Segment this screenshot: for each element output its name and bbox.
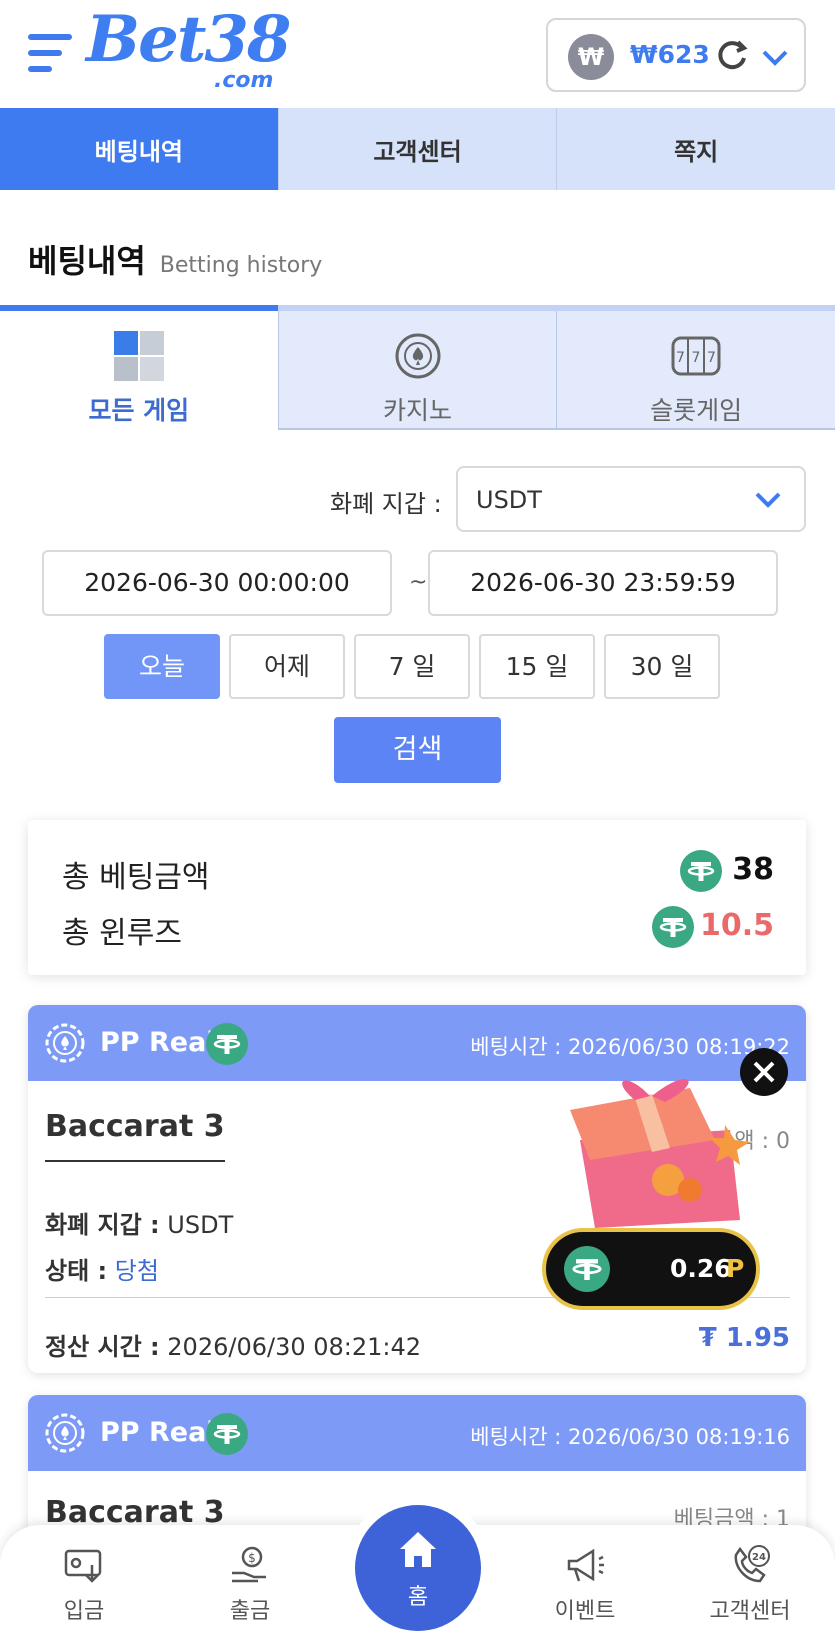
chevron-down-icon	[755, 492, 781, 508]
svg-text:7: 7	[692, 350, 701, 366]
logo[interactable]: Bet38 .com	[86, 2, 301, 101]
gift-box-icon[interactable]	[540, 1070, 760, 1230]
currency-label: 화폐 지갑 :	[45, 1211, 160, 1239]
settle-time: 2026/06/30 08:21:42	[167, 1333, 422, 1361]
tab-messages[interactable]: 쪽지	[557, 108, 835, 190]
close-icon[interactable]	[740, 1048, 788, 1096]
bet-card-header: PP Real 베팅시간 : 2026/06/30 08:19:16	[28, 1395, 806, 1471]
promo-amount: 0.26	[670, 1254, 732, 1283]
nav-deposit[interactable]: 입금	[14, 1543, 154, 1625]
currency-wallet-value: USDT	[476, 486, 542, 514]
tether-icon	[206, 1023, 248, 1065]
total-winloss-value: 10.5	[699, 908, 774, 943]
logo-text: Bet38	[86, 2, 291, 77]
nav-event-label: 이벤트	[554, 1599, 616, 1624]
cubes-icon	[113, 331, 164, 381]
page-title: 베팅내역	[28, 242, 146, 280]
home-icon	[400, 1532, 436, 1567]
app-header: Bet38 .com ₩ ₩623	[0, 0, 835, 108]
tether-icon	[680, 850, 722, 892]
today-button[interactable]: 오늘	[104, 634, 220, 699]
wallet-balance: ₩623	[630, 40, 710, 69]
casino-chip-icon	[395, 333, 440, 379]
yesterday-button[interactable]: 어제	[229, 634, 345, 699]
tether-icon	[564, 1246, 610, 1292]
logo-sub: .com	[214, 68, 274, 93]
promo-unit: P	[726, 1254, 745, 1283]
7-days-button[interactable]: 7 일	[354, 634, 470, 699]
status-badge: 당첨	[114, 1257, 159, 1285]
payout-amount: ₮ 1.95	[698, 1323, 790, 1353]
withdraw-icon: $	[232, 1546, 266, 1583]
refresh-icon[interactable]	[712, 36, 752, 76]
wallet-dropdown[interactable]: ₩ ₩623	[546, 18, 806, 92]
slot-machine-icon: 7 7 7	[671, 336, 721, 376]
won-coin-icon: ₩	[568, 34, 614, 80]
15-days-button[interactable]: 15 일	[479, 634, 595, 699]
nav-deposit-label: 입금	[63, 1599, 105, 1624]
bet-time: 베팅시간 : 2026/06/30 08:19:16	[470, 1425, 790, 1449]
nav-support[interactable]: 24 고객센터	[680, 1543, 820, 1625]
tab-betting-history[interactable]: 베팅내역	[0, 108, 279, 190]
status-label: 상태 :	[45, 1257, 108, 1285]
nav-withdraw-label: 출금	[229, 1599, 271, 1624]
deposit-icon	[64, 1549, 102, 1583]
30-days-button[interactable]: 30 일	[604, 634, 720, 699]
casino-chip-icon	[45, 1413, 85, 1453]
currency-line: 화폐 지갑 : USDT	[45, 1205, 233, 1240]
nav-withdraw[interactable]: $ 출금	[180, 1543, 320, 1625]
nav-support-label: 고객센터	[709, 1599, 791, 1624]
currency-wallet-label: 화폐 지갑 :	[330, 490, 442, 518]
currency-value: USDT	[167, 1211, 234, 1239]
total-bet-value: 38	[732, 852, 774, 887]
promo-points-badge[interactable]: 0.26 P	[542, 1228, 760, 1310]
tab-casino-label: 카지노	[383, 396, 453, 425]
top-tabs: 베팅내역 고객센터 쪽지	[0, 108, 835, 190]
megaphone-icon	[567, 1548, 604, 1582]
currency-wallet-select[interactable]: USDT	[456, 466, 806, 532]
tether-icon	[206, 1413, 248, 1455]
page-subtitle: Betting history	[159, 253, 323, 278]
status-line: 상태 : 당첨	[45, 1251, 159, 1286]
svg-text:7: 7	[707, 350, 716, 366]
nav-event[interactable]: 이벤트	[515, 1543, 655, 1625]
support-24-icon: 24	[734, 1545, 770, 1583]
provider-name: PP Real	[100, 1027, 216, 1058]
date-separator: ~	[409, 570, 428, 595]
svg-text:7: 7	[676, 350, 685, 366]
summary-card: 총 베팅금액 38 총 윈루즈 10.5	[28, 820, 806, 975]
nav-home-label: 홈	[407, 1585, 429, 1610]
svg-text:$: $	[248, 1551, 256, 1565]
nav-home[interactable]: 홈	[355, 1505, 481, 1631]
tab-slot-games[interactable]: 7 7 7 슬롯게임	[556, 311, 835, 430]
date-to-input[interactable]: 2026-06-30 23:59:59	[428, 550, 778, 616]
game-tabs: 모든 게임 카지노 7 7 7 슬롯게임	[0, 305, 835, 430]
tab-slot-games-label: 슬롯게임	[650, 396, 743, 425]
total-winloss-label: 총 윈루즈	[62, 916, 182, 951]
svg-text:24: 24	[752, 1552, 766, 1563]
chevron-down-icon	[762, 50, 788, 66]
tether-icon	[652, 906, 694, 948]
tab-all-games[interactable]: 모든 게임	[0, 305, 278, 430]
date-from-input[interactable]: 2026-06-30 00:00:00	[42, 550, 392, 616]
provider-name: PP Real	[100, 1417, 216, 1448]
search-button[interactable]: 검색	[334, 717, 501, 783]
settle-label: 정산 시간 :	[45, 1333, 160, 1361]
game-name: Baccarat 3	[45, 1109, 225, 1162]
casino-chip-icon	[45, 1023, 85, 1063]
settle-line: 정산 시간 : 2026/06/30 08:21:42	[45, 1327, 421, 1362]
page-title-row: 베팅내역 Betting history	[28, 236, 322, 282]
total-bet-label: 총 베팅금액	[62, 860, 210, 895]
tab-all-games-label: 모든 게임	[88, 396, 190, 425]
tab-casino[interactable]: 카지노	[277, 311, 557, 430]
menu-icon[interactable]	[28, 32, 72, 74]
tab-customer-center[interactable]: 고객센터	[279, 108, 558, 190]
